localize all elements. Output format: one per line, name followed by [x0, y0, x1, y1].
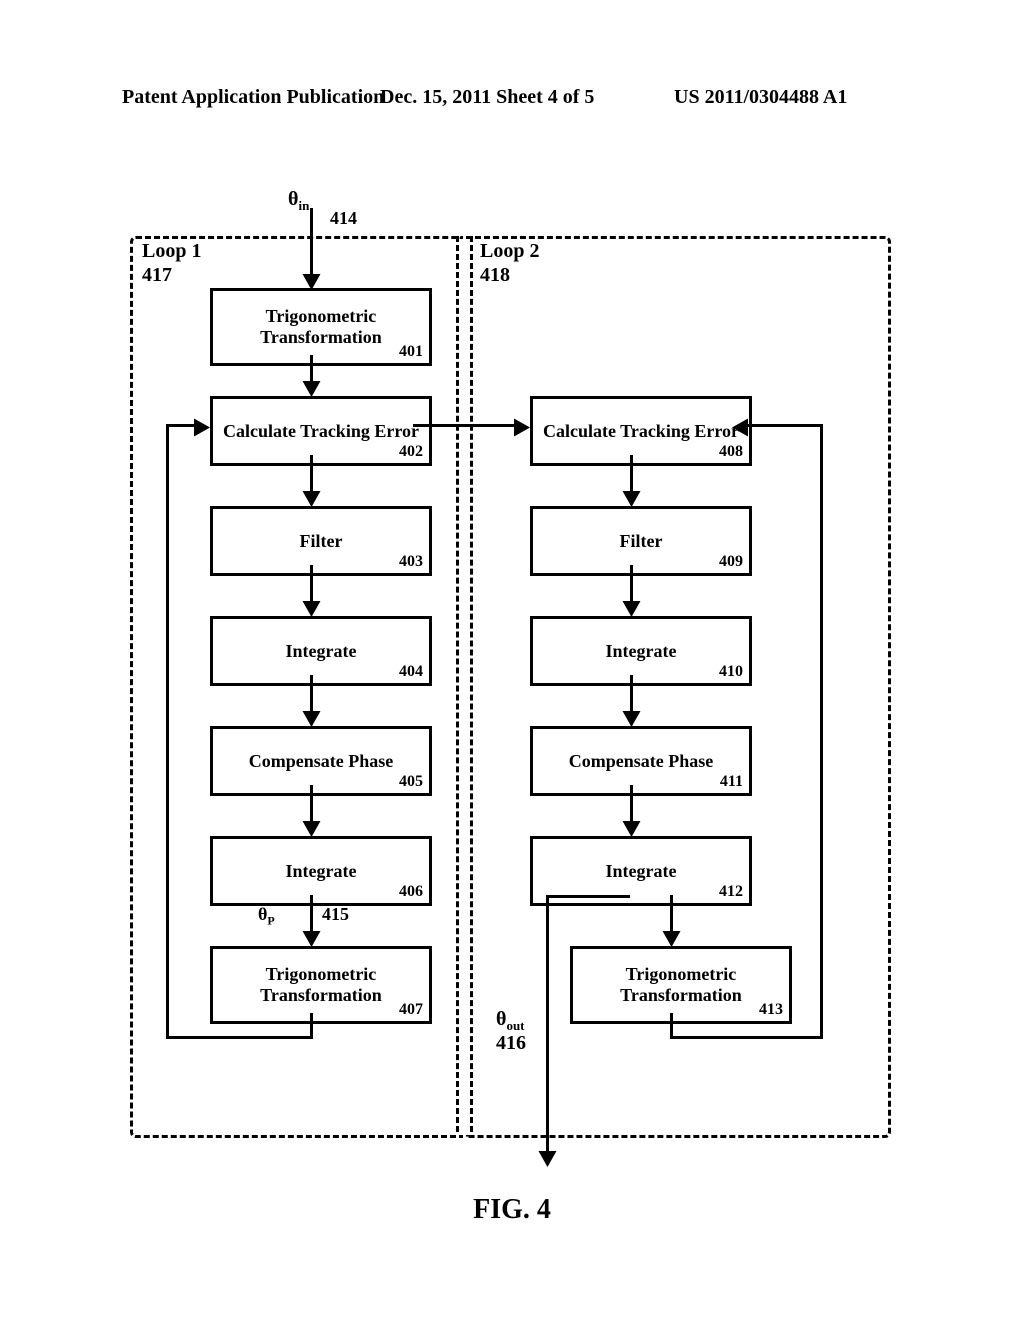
header-right: US 2011/0304488 A1 [674, 86, 847, 109]
block-401: Trigonometric Transformation401 [210, 288, 432, 366]
page: Patent Application Publication Dec. 15, … [0, 0, 1024, 1320]
block-413: Trigonometric Transformation413 [570, 946, 792, 1024]
loop-divider-b [470, 236, 473, 1132]
theta-out-ref: 416 [496, 1032, 526, 1055]
block-404: Integrate404 [210, 616, 432, 686]
block-410: Integrate410 [530, 616, 752, 686]
block-403: Filter403 [210, 506, 432, 576]
theta-in-ref: 414 [330, 208, 357, 229]
header-center: Dec. 15, 2011 Sheet 4 of 5 [380, 86, 594, 109]
block-406: Integrate406 [210, 836, 432, 906]
theta-in-label: θin [288, 188, 309, 214]
loop1-ref: 417 [142, 264, 172, 287]
theta-out-label: θout [496, 1008, 525, 1034]
theta-p-label: θP [258, 904, 275, 929]
block-411: Compensate Phase411 [530, 726, 752, 796]
loop2-ref: 418 [480, 264, 510, 287]
block-402: Calculate Tracking Error402 [210, 396, 432, 466]
arrow-in [310, 208, 313, 278]
block-408: Calculate Tracking Error408 [530, 396, 752, 466]
header-left: Patent Application Publication [122, 86, 384, 109]
theta-p-ref: 415 [322, 904, 349, 925]
flow-diagram: Loop 1 417 Loop 2 418 θin 414 Trigonomet… [130, 196, 890, 1148]
block-405: Compensate Phase405 [210, 726, 432, 796]
block-409: Filter409 [530, 506, 752, 576]
loop-divider-a [456, 236, 459, 1132]
block-407: Trigonometric Transformation407 [210, 946, 432, 1024]
figure-caption: FIG. 4 [0, 1194, 1024, 1226]
loop1-title: Loop 1 [142, 240, 201, 263]
loop2-title: Loop 2 [480, 240, 539, 263]
